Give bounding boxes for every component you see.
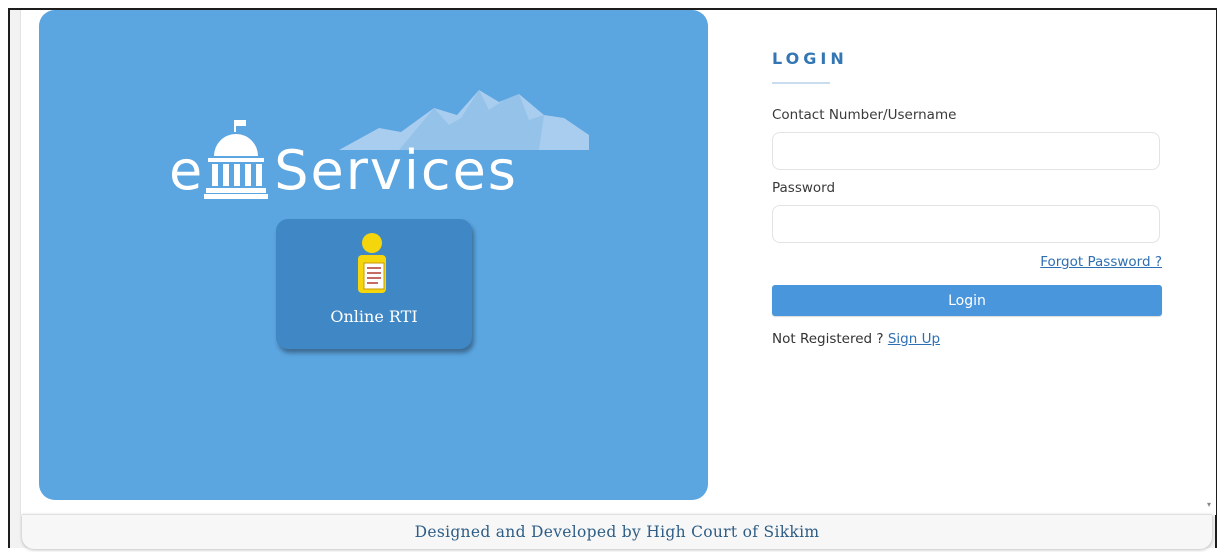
scroll-down-icon[interactable]: ▾ (1207, 500, 1211, 509)
login-button[interactable]: Login (772, 285, 1162, 316)
brand-prefix: e (169, 139, 203, 202)
sign-up-link[interactable]: Sign Up (888, 331, 940, 347)
login-heading: LOGIN (772, 49, 848, 68)
brand-name: Services (274, 139, 518, 202)
court-building-icon (204, 120, 269, 199)
online-rti-tile[interactable]: Online RTI (276, 219, 472, 349)
footer: Designed and Developed by High Court of … (22, 514, 1212, 549)
online-rti-label: Online RTI (330, 307, 418, 326)
eservices-logo: e Services (169, 90, 518, 200)
person-document-icon (358, 233, 386, 293)
footer-credit: Designed and Developed by High Court of … (414, 523, 820, 541)
forgot-password-link[interactable]: Forgot Password ? (1040, 254, 1162, 270)
username-field[interactable] (772, 132, 1160, 170)
scrollbar[interactable] (1206, 10, 1216, 515)
password-label: Password (772, 180, 836, 196)
eservices-panel: e Services Online RTI (39, 10, 708, 500)
register-row: Not Registered ? Sign Up (772, 331, 940, 347)
username-label: Contact Number/Username (772, 107, 957, 123)
not-registered-text: Not Registered ? (772, 331, 884, 347)
password-field[interactable] (772, 205, 1160, 243)
heading-divider (772, 82, 830, 84)
